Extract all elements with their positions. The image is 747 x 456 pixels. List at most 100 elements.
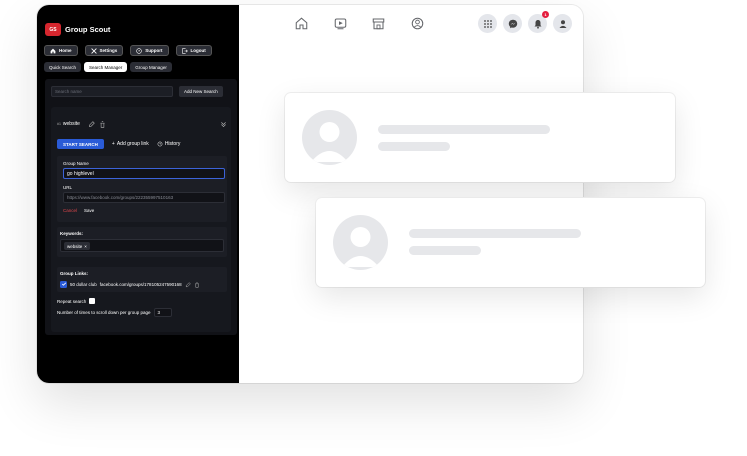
- keyword-chip-label: website: [67, 243, 83, 249]
- cancel-button[interactable]: Cancel: [63, 208, 77, 213]
- home-button[interactable]: Home: [44, 45, 78, 56]
- search-card-header: #1 website: [57, 115, 227, 133]
- search-title: #1 website: [57, 121, 80, 127]
- tab-search-manager[interactable]: Search Manager: [84, 62, 128, 72]
- messenger-icon: [508, 19, 517, 28]
- settings-button-label: Settings: [99, 48, 118, 53]
- repeat-search-label: Repeat search: [57, 298, 87, 304]
- url-label: URL: [63, 185, 73, 190]
- bell-icon: [534, 19, 541, 29]
- user-silhouette-icon: [311, 122, 348, 162]
- placeholder-line: [409, 229, 581, 238]
- search-row: Search name Add New Search: [51, 86, 223, 97]
- notification-badge: 1: [542, 11, 549, 18]
- group-name-label: Group Name: [63, 161, 89, 166]
- plus-icon: +: [111, 141, 115, 147]
- support-button-label: Support: [145, 48, 163, 53]
- group-link-name: 50 dollar club: [70, 281, 97, 287]
- browser-window: GS Group Scout Home Settings ? Support L…: [37, 5, 583, 383]
- group-links-label: Group Links:: [60, 271, 88, 276]
- search-name-input[interactable]: Search name: [51, 86, 173, 97]
- search-manager-content: Search name Add New Search #1 website ST…: [45, 79, 237, 335]
- search-count: #1: [57, 122, 61, 126]
- add-group-link-button[interactable]: + Add group link: [112, 141, 149, 147]
- keyword-chip[interactable]: website ×: [64, 242, 90, 250]
- notifications-button[interactable]: 1: [528, 11, 549, 33]
- group-link-url: facebook.com/groups/178105247590168: [99, 281, 182, 287]
- home-icon[interactable]: [294, 16, 309, 31]
- marketplace-icon[interactable]: [371, 16, 386, 31]
- keywords-section: Keywords: website ×: [57, 227, 227, 257]
- logout-button-label: Logout: [190, 48, 206, 53]
- history-label: History: [164, 141, 181, 147]
- placeholder-avatar: [333, 215, 388, 270]
- top-right-actions: 1: [478, 11, 572, 33]
- tab-bar: Quick Search Search Manager Group Manage…: [44, 62, 172, 72]
- logout-icon: [181, 47, 188, 54]
- brand-logo: GS: [45, 23, 61, 36]
- search-title-text: website: [62, 121, 80, 127]
- group-editor: Group Name go highlevel URL https://www.…: [57, 156, 227, 222]
- menu-button[interactable]: [478, 14, 497, 33]
- stage: GS Group Scout Home Settings ? Support L…: [0, 0, 747, 456]
- trash-icon[interactable]: [99, 120, 106, 128]
- history-icon: [157, 141, 163, 147]
- brand: GS Group Scout: [45, 23, 110, 36]
- search-actions: START SEARCH + Add group link History: [57, 139, 180, 149]
- top-navigation: 1: [239, 5, 583, 43]
- group-link-row: 50 dollar club facebook.com/groups/17810…: [60, 279, 224, 289]
- add-new-search-button[interactable]: Add New Search: [179, 86, 223, 97]
- url-input[interactable]: https://www.facebook.com/groups/22235599…: [63, 192, 225, 203]
- messenger-button[interactable]: [503, 14, 522, 33]
- chevron-double-down-icon: [221, 122, 226, 128]
- collapse-button[interactable]: [220, 115, 227, 133]
- start-search-button[interactable]: START SEARCH: [57, 139, 104, 149]
- tools-icon: [90, 47, 97, 54]
- placeholder-line: [378, 142, 450, 151]
- group-link-edit[interactable]: [185, 275, 191, 293]
- placeholder-card: [316, 198, 705, 287]
- scroll-count-row: Number of times to scroll down per group…: [57, 308, 172, 317]
- user-icon: [559, 19, 566, 28]
- group-link-delete[interactable]: [194, 275, 200, 293]
- edit-icon: [185, 282, 191, 288]
- search-card: #1 website START SEARCH + Add group link…: [51, 107, 231, 332]
- chip-remove-icon[interactable]: ×: [84, 244, 87, 249]
- settings-button[interactable]: Settings: [84, 45, 124, 56]
- app-title: Group Scout: [65, 25, 111, 34]
- edit-icon[interactable]: [88, 120, 95, 128]
- account-button[interactable]: [553, 14, 572, 33]
- placeholder-card: [285, 93, 675, 182]
- svg-text:?: ?: [138, 49, 140, 53]
- placeholder-line: [409, 246, 481, 255]
- video-icon[interactable]: [333, 16, 348, 31]
- history-button[interactable]: History: [157, 141, 181, 147]
- scroll-count-label: Number of times to scroll down per group…: [57, 310, 151, 315]
- home-icon: [50, 48, 56, 53]
- profile-icon[interactable]: [410, 16, 425, 31]
- keywords-label: Keywords:: [60, 231, 84, 236]
- save-button[interactable]: Save: [84, 208, 94, 213]
- check-icon: [61, 282, 66, 286]
- logout-button[interactable]: Logout: [175, 45, 212, 56]
- grid-menu-icon: [483, 19, 492, 28]
- repeat-search-checkbox[interactable]: [89, 298, 96, 304]
- tab-quick-search[interactable]: Quick Search: [44, 62, 82, 72]
- home-button-label: Home: [59, 48, 72, 53]
- support-icon: ?: [136, 47, 142, 54]
- trash-icon: [194, 282, 199, 288]
- repeat-search-row: Repeat search: [57, 298, 96, 304]
- keywords-input[interactable]: website ×: [60, 239, 224, 252]
- search-card-actions: [88, 120, 106, 128]
- placeholder-line: [378, 125, 550, 134]
- user-silhouette-icon: [342, 227, 379, 267]
- nav-bar: Home Settings ? Support Logout: [44, 45, 212, 56]
- support-button[interactable]: ? Support: [130, 45, 169, 56]
- scroll-count-input[interactable]: 3: [153, 308, 172, 317]
- placeholder-avatar: [302, 110, 357, 165]
- group-link-checkbox[interactable]: [60, 280, 67, 288]
- extension-panel: GS Group Scout Home Settings ? Support L…: [37, 5, 239, 383]
- group-links-section: Group Links: 50 dollar club facebook.com…: [57, 267, 227, 292]
- group-name-input[interactable]: go highlevel: [63, 168, 225, 179]
- tab-group-manager[interactable]: Group Manager: [130, 62, 172, 72]
